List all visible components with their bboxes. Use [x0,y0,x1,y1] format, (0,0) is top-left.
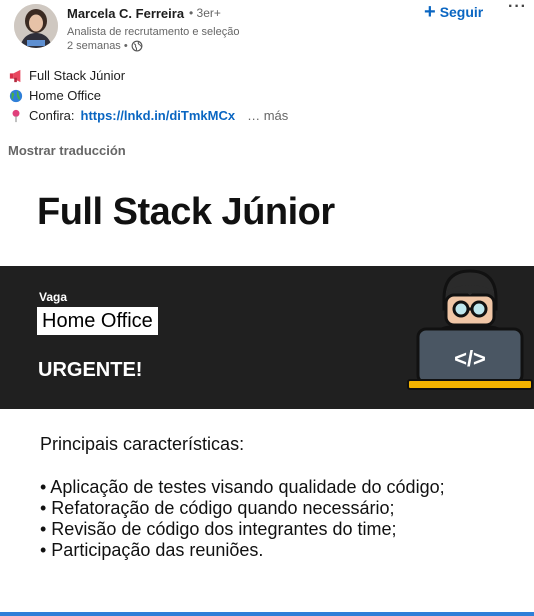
connection-degree: • 3er+ [189,6,221,20]
post-line-location: Home Office [9,88,101,103]
feature-item: • Revisão de código dos integrantes do t… [40,519,397,539]
show-translation-button[interactable]: Mostrar traducción [8,143,126,158]
developer-laptop-icon: </> [407,269,533,390]
post-line-role-text: Full Stack Júnior [29,68,126,83]
post-line-link-prefix: Confira: [29,108,75,123]
feature-item: • Aplicação de testes visando qualidade … [40,477,445,497]
post-time-label: 2 semanas • [67,40,128,52]
post-line-link: Confira: https://lnkd.in/diTmkMCx … más [9,108,288,123]
home-office-text: Home Office [42,310,153,332]
features-title: Principais características: [40,434,245,454]
plus-icon: + [424,1,436,23]
author-name[interactable]: Marcela C. Ferreira [67,6,184,21]
visibility-globe-icon [131,40,143,52]
globe-icon [9,89,23,102]
avatar-photo [14,4,58,48]
urgent-label: URGENTE! [38,359,143,381]
home-office-box: Home Office [37,307,158,335]
pin-icon [12,109,20,122]
feature-item: • Refatoração de código quando necessári… [40,498,395,518]
more-options-button[interactable]: ··· [508,0,527,16]
post-link[interactable]: https://lnkd.in/diTmkMCx [81,108,236,123]
code-symbol-text: </> [454,346,486,371]
feature-item: • Participação das reuniões. [40,540,264,560]
post-line-location-text: Home Office [29,88,102,103]
author-avatar[interactable] [14,4,58,48]
see-more-link[interactable]: … más [247,108,288,123]
megaphone-icon [9,69,21,82]
post-time: 2 semanas • [67,40,143,52]
follow-button[interactable]: + Seguir [424,1,483,23]
author-headline: Analista de recrutamento e seleção [67,26,240,38]
follow-label: Seguir [439,4,484,20]
vaga-label: Vaga [39,290,68,304]
bottom-accent-bar [0,612,534,616]
post-line-role: Full Stack Júnior [9,68,125,83]
image-title: Full Stack Júnior [37,191,335,233]
